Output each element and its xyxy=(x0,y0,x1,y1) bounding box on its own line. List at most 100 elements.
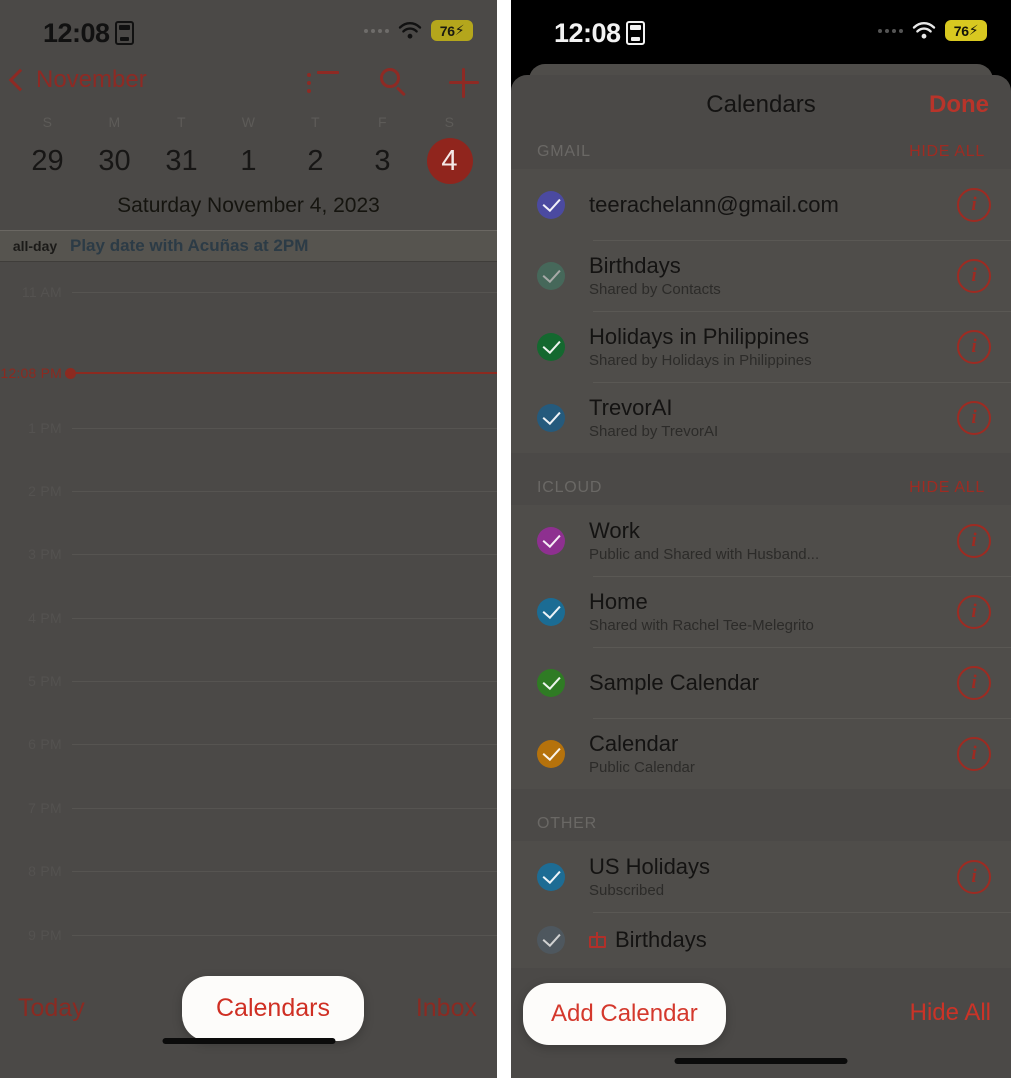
section-header-gmail: GMAIL HIDE ALL xyxy=(511,137,1011,169)
info-circle-icon[interactable]: i xyxy=(957,665,991,700)
calendar-row[interactable]: Work Public and Shared with Husband... i xyxy=(511,505,1011,576)
calendar-color-checkbox[interactable] xyxy=(537,739,565,768)
calendars-sheet: Calendars Done GMAIL HIDE ALL teerachela… xyxy=(511,75,1011,1078)
week-day-3[interactable]: W1 xyxy=(215,114,282,184)
back-label: November xyxy=(36,66,147,93)
day-number: 30 xyxy=(98,145,131,177)
calendar-row-text: Work Public and Shared with Husband... xyxy=(589,518,957,563)
calendar-name: Birthdays xyxy=(615,927,707,953)
week-day-4[interactable]: T2 xyxy=(282,114,349,184)
today-button[interactable]: Today xyxy=(18,994,85,1023)
week-day-6-selected[interactable]: S4 xyxy=(416,114,483,184)
calendar-group-icloud: Work Public and Shared with Husband... i… xyxy=(511,505,1011,789)
all-day-label: all-day xyxy=(12,238,58,254)
home-indicator[interactable] xyxy=(674,1058,848,1064)
status-bar-right: 12:08 76 ⚡ xyxy=(511,0,1011,62)
calendar-name-with-icon: Birthdays xyxy=(589,927,991,952)
back-to-month-button[interactable]: November xyxy=(8,66,147,94)
day-title: Saturday November 4, 2023 xyxy=(117,194,380,217)
section-title: ICLOUD xyxy=(537,479,603,496)
day-timeline[interactable]: 11 AM 12:08 PM 1 PM 2 PM 3 PM 4 PM 5 PM … xyxy=(0,262,497,980)
hour-gridline xyxy=(72,617,497,619)
info-circle-icon[interactable]: i xyxy=(957,594,991,629)
current-time-label: 12:08 PM xyxy=(0,365,62,381)
info-circle-icon[interactable]: i xyxy=(957,859,991,894)
calendar-nav-bar: November xyxy=(0,62,497,114)
calendar-color-checkbox[interactable] xyxy=(537,668,565,697)
hour-label: 5 PM xyxy=(28,673,62,689)
calendar-row[interactable]: TrevorAI Shared by TrevorAI i xyxy=(511,382,1011,453)
week-day-5[interactable]: F3 xyxy=(349,114,416,184)
panel-divider xyxy=(497,0,511,1078)
calendar-name: Birthdays xyxy=(589,252,681,278)
section-header-other: OTHER xyxy=(511,789,1011,841)
sheet-bottom-bar: Add Calendar Hide All xyxy=(511,975,1011,1078)
calendar-color-checkbox[interactable] xyxy=(537,261,565,290)
hide-all-icloud-button[interactable]: HIDE ALL xyxy=(909,479,985,497)
calendar-row[interactable]: teerachelann@gmail.com i xyxy=(511,169,1011,240)
status-time-text: 12:08 xyxy=(554,18,621,48)
day-number: 1 xyxy=(240,145,257,177)
calendar-name: Holidays in Philippines xyxy=(589,323,810,349)
calendar-row[interactable]: Birthdays xyxy=(511,912,1011,968)
calendar-color-checkbox[interactable] xyxy=(537,190,565,219)
calendar-row-text: Birthdays Shared by Contacts xyxy=(589,253,957,298)
calendar-subtitle: Public and Shared with Husband... xyxy=(589,546,820,564)
week-day-0[interactable]: S 29 xyxy=(14,114,81,184)
calendar-row[interactable]: Home Shared with Rachel Tee-Melegrito i xyxy=(511,576,1011,647)
calendar-row[interactable]: Birthdays Shared by Contacts i xyxy=(511,240,1011,311)
calendar-row[interactable]: US Holidays Subscribed i xyxy=(511,841,1011,912)
calendar-name: Home xyxy=(589,588,648,614)
gift-icon xyxy=(589,931,606,948)
hour-label: 7 PM xyxy=(28,800,62,816)
hour-gridline xyxy=(72,870,497,872)
calendar-color-checkbox[interactable] xyxy=(537,926,565,954)
hour-label: 4 PM xyxy=(28,610,62,626)
week-strip: S 29 M 30 T 31 W1 T2 F3 S4 xyxy=(0,114,497,184)
hour-label: 2 PM xyxy=(28,483,62,499)
calendar-nav-actions xyxy=(307,68,479,98)
all-day-event-row[interactable]: all-day Play date with Acuñas at 2PM xyxy=(0,230,497,262)
calendar-color-checkbox[interactable] xyxy=(537,862,565,891)
info-circle-icon[interactable]: i xyxy=(957,329,991,364)
info-circle-icon[interactable]: i xyxy=(957,258,991,293)
calendar-subtitle: Shared with Rachel Tee-Melegrito xyxy=(589,617,814,635)
current-time-line xyxy=(76,372,497,374)
inbox-button[interactable]: Inbox xyxy=(416,994,477,1023)
battery-indicator: 76 ⚡ xyxy=(431,20,473,41)
row-divider xyxy=(593,647,1011,648)
hour-gridline xyxy=(72,427,497,429)
info-circle-icon[interactable]: i xyxy=(957,187,991,222)
hour-gridline xyxy=(72,490,497,492)
calendar-row-text: US Holidays Subscribed xyxy=(589,854,957,899)
calendar-color-checkbox[interactable] xyxy=(537,403,565,432)
hide-all-button[interactable]: Hide All xyxy=(910,999,991,1027)
info-circle-icon[interactable]: i xyxy=(957,523,991,558)
calendar-row[interactable]: Holidays in Philippines Shared by Holida… xyxy=(511,311,1011,382)
week-day-2[interactable]: T 31 xyxy=(148,114,215,184)
list-view-icon[interactable] xyxy=(307,71,339,95)
calendars-button-highlighted[interactable]: Calendars xyxy=(182,976,364,1041)
calendar-color-checkbox[interactable] xyxy=(537,526,565,555)
calendar-color-checkbox[interactable] xyxy=(537,597,565,626)
home-indicator[interactable] xyxy=(162,1038,335,1044)
battery-level-text: 76 xyxy=(953,22,969,39)
info-circle-icon[interactable]: i xyxy=(957,736,991,771)
search-icon[interactable] xyxy=(379,68,409,98)
calendar-row[interactable]: Calendar Public Calendar i xyxy=(511,718,1011,789)
add-event-icon[interactable] xyxy=(449,68,479,98)
done-button[interactable]: Done xyxy=(929,91,989,119)
week-day-1[interactable]: M 30 xyxy=(81,114,148,184)
info-circle-icon[interactable]: i xyxy=(957,400,991,435)
add-calendar-button-highlighted[interactable]: Add Calendar xyxy=(523,983,726,1045)
hide-all-gmail-button[interactable]: HIDE ALL xyxy=(909,143,985,161)
calendar-row[interactable]: Sample Calendar i xyxy=(511,647,1011,718)
weekday-label: M xyxy=(108,114,121,130)
signal-dots-icon xyxy=(878,28,903,33)
calendar-subtitle: Public Calendar xyxy=(589,759,695,777)
timeline-hour-row: 3 PM xyxy=(0,546,497,562)
timeline-hour-row: 11 AM xyxy=(0,284,497,300)
calendar-color-checkbox[interactable] xyxy=(537,332,565,361)
calendar-name: Sample Calendar xyxy=(589,669,759,695)
timeline-hour-row: 2 PM xyxy=(0,483,497,499)
